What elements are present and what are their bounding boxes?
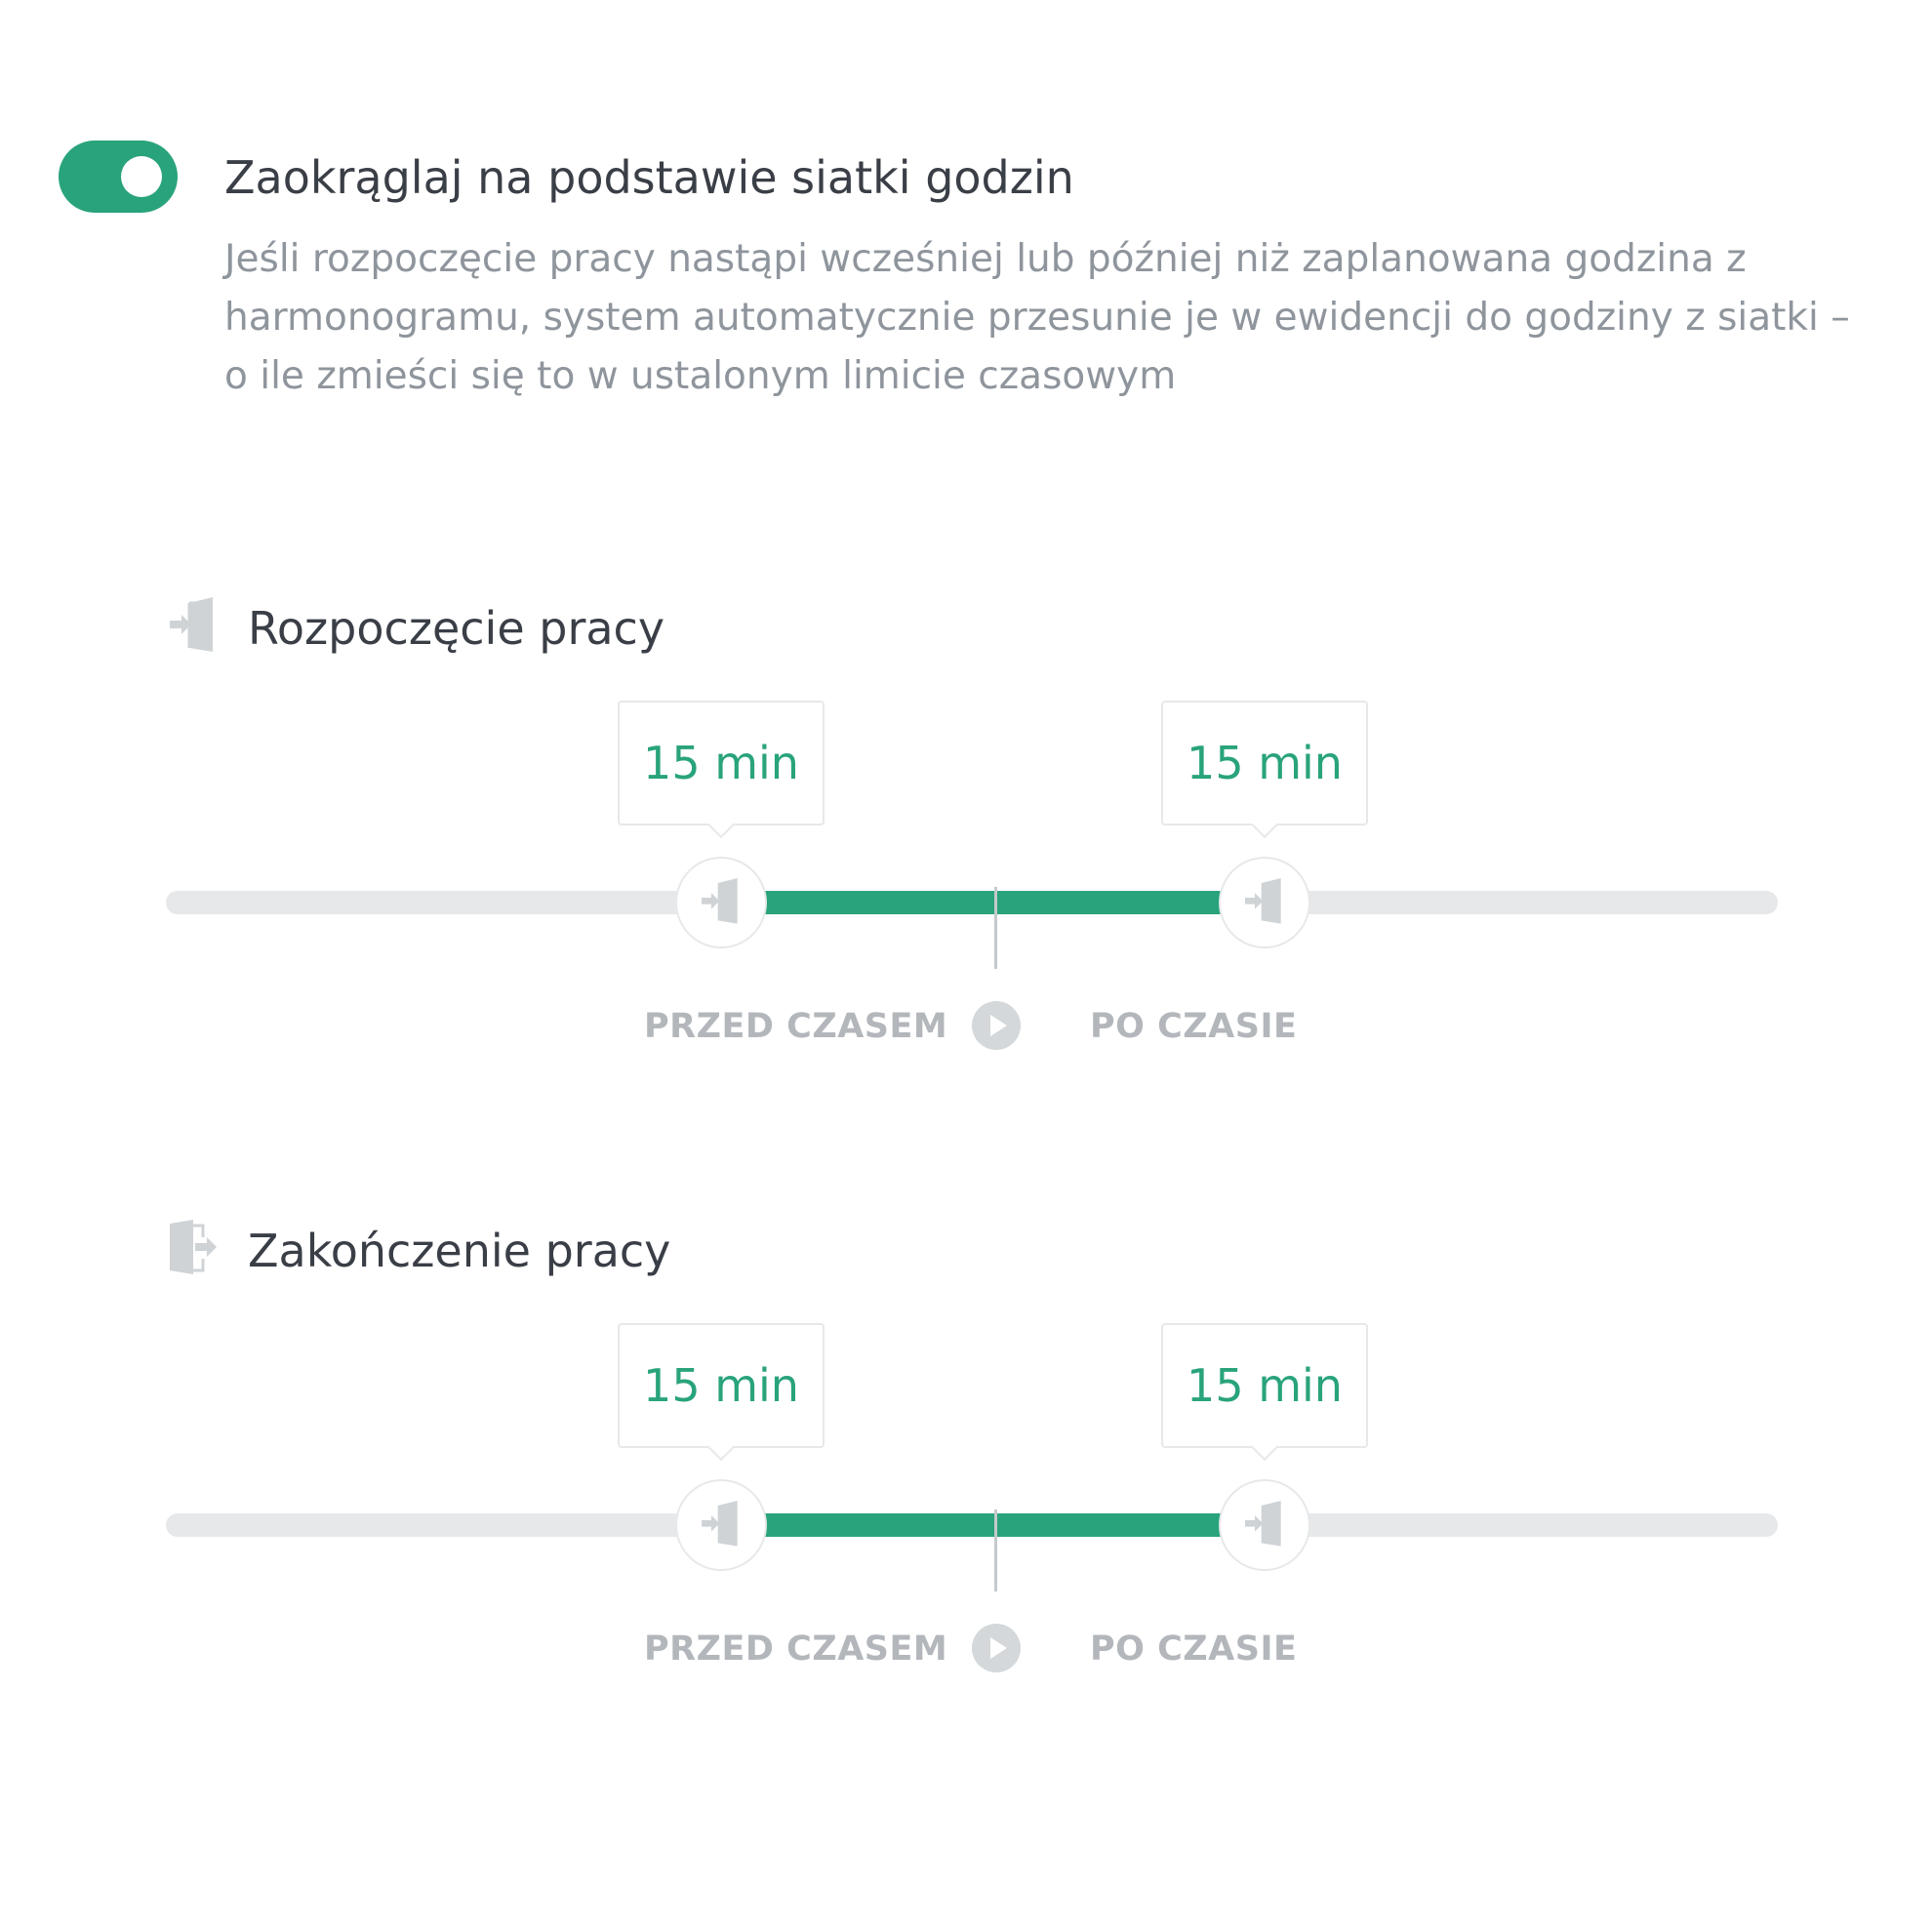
- before-label: PRZED CZASEM: [644, 1007, 948, 1046]
- scheduled-time-marker: [994, 887, 997, 969]
- play-icon: [972, 1001, 1021, 1050]
- play-icon: [972, 1624, 1021, 1672]
- before-time-value[interactable]: 15 min: [618, 701, 825, 825]
- door-enter-icon: [1245, 878, 1281, 924]
- after-label: PO CZASIE: [1090, 1007, 1298, 1046]
- after-time-value[interactable]: 15 min: [1161, 701, 1368, 825]
- door-enter-icon: [702, 1501, 738, 1547]
- before-label: PRZED CZASEM: [644, 1630, 948, 1669]
- door-enter-icon: [170, 597, 213, 652]
- scheduled-time-marker: [994, 1509, 997, 1591]
- setting-description: Jeśli rozpoczęcie pracy nastąpi wcześnie…: [224, 237, 1850, 398]
- work-end-section: Zakończenie pracy 15 min 15 min PRZED CZ…: [0, 1220, 1932, 1766]
- toggle-knob: [121, 156, 162, 197]
- door-exit-icon: [170, 1220, 217, 1274]
- after-handle[interactable]: [1219, 1479, 1310, 1571]
- before-time-value[interactable]: 15 min: [618, 1323, 825, 1448]
- after-time-value[interactable]: 15 min: [1161, 1323, 1368, 1448]
- work-start-section: Rozpoczęcie pracy 15 min 15 min PRZED CZ…: [0, 597, 1932, 1144]
- before-handle[interactable]: [675, 1479, 767, 1571]
- round-to-grid-toggle[interactable]: [59, 141, 178, 213]
- after-handle[interactable]: [1219, 857, 1310, 948]
- door-enter-icon: [702, 878, 738, 924]
- section-title: Zakończenie pracy: [248, 1225, 671, 1277]
- before-handle[interactable]: [675, 857, 767, 948]
- door-enter-icon: [1245, 1501, 1281, 1547]
- setting-title: Zaokrąglaj na podstawie siatki godzin: [224, 151, 1074, 204]
- after-label: PO CZASIE: [1090, 1630, 1298, 1669]
- section-title: Rozpoczęcie pracy: [248, 602, 665, 655]
